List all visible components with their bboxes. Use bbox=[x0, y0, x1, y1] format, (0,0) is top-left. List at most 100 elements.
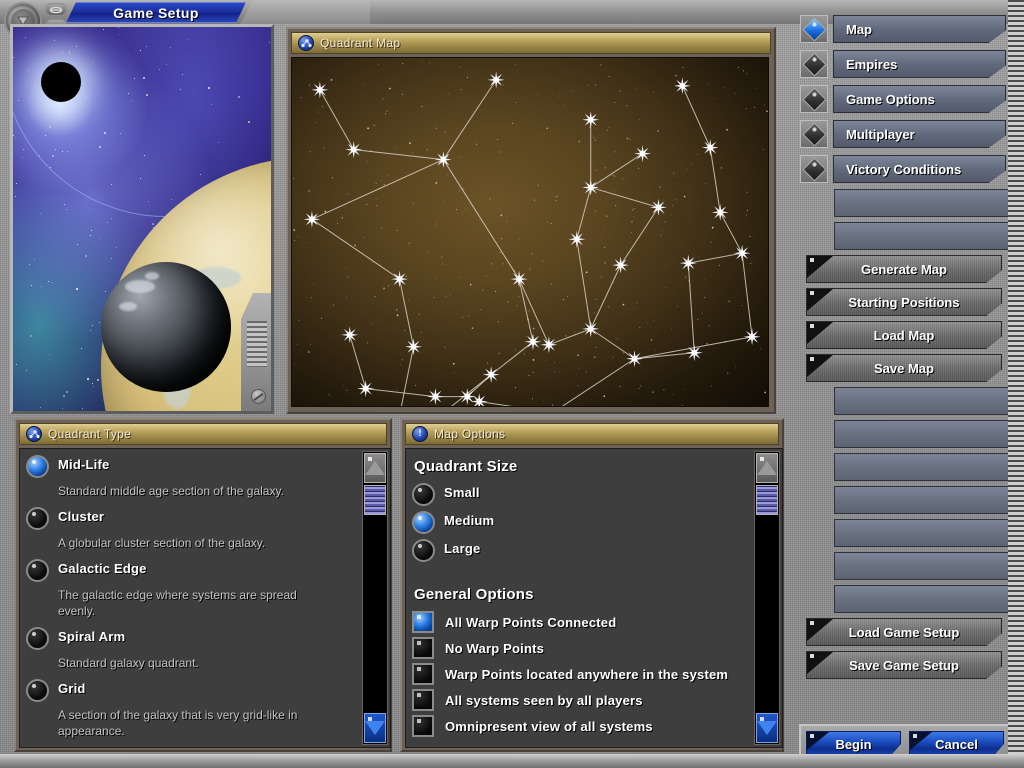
save-map-button[interactable]: Save Map bbox=[806, 354, 1002, 382]
sidebar-item-game-options[interactable]: Game Options bbox=[800, 84, 1006, 114]
quadrant-map-canvas[interactable] bbox=[291, 57, 769, 407]
quadrant-size-option[interactable]: Large bbox=[412, 539, 746, 562]
star-system-node bbox=[734, 245, 751, 262]
general-option[interactable]: No Warp Points bbox=[412, 637, 746, 659]
quadrant-type-option[interactable]: Mid-Life bbox=[26, 455, 354, 478]
general-option[interactable]: All Warp Points Connected bbox=[412, 611, 746, 633]
quadrant-size-option[interactable]: Medium bbox=[412, 511, 746, 534]
radio-cluster[interactable] bbox=[26, 507, 49, 530]
map-options-panel: ! Map Options Quadrant Size Small Medium L… bbox=[400, 418, 784, 752]
star-system-node bbox=[582, 320, 599, 337]
sidebar-item-empires[interactable]: Empires bbox=[800, 49, 1006, 79]
diamond-indicator[interactable] bbox=[800, 155, 828, 183]
general-option[interactable]: Omnipresent view of all systems bbox=[412, 715, 746, 737]
checkbox-omnipresent-view-of-all-systems[interactable] bbox=[412, 715, 434, 737]
tab-button[interactable]: Multiplayer bbox=[833, 120, 1006, 148]
starting-positions-button[interactable]: Starting Positions bbox=[806, 288, 1002, 316]
checkbox-no-warp-points[interactable] bbox=[412, 637, 434, 659]
sidebar-item-victory-conditions[interactable]: Victory Conditions bbox=[800, 154, 1006, 184]
diamond-indicator[interactable] bbox=[800, 15, 828, 43]
option-label: Omnipresent view of all systems bbox=[445, 719, 653, 734]
star-system-node bbox=[686, 344, 703, 361]
button-label: Save Game Setup bbox=[849, 658, 959, 673]
sidebar-item-multiplayer[interactable]: Multiplayer bbox=[800, 119, 1006, 149]
tab-button[interactable]: Victory Conditions bbox=[833, 155, 1006, 183]
radio-grid[interactable] bbox=[26, 679, 49, 702]
button-label: Load Map bbox=[874, 328, 935, 343]
quadrant-type-option[interactable]: Grid bbox=[26, 679, 354, 702]
network-nodes-icon bbox=[298, 35, 314, 51]
star-system-node bbox=[311, 81, 328, 98]
quadrant-type-option[interactable]: Cluster bbox=[26, 507, 354, 530]
quadrant-size-option[interactable]: Small bbox=[412, 483, 746, 506]
quadrant-type-option[interactable]: Galactic Edge bbox=[26, 559, 354, 582]
scrollbar-thumb[interactable] bbox=[364, 485, 386, 515]
quadrant-type-option[interactable]: Ancient bbox=[26, 747, 354, 748]
ribbed-texture bbox=[247, 321, 267, 367]
radio-spiral-arm[interactable] bbox=[26, 627, 49, 650]
radio-small[interactable] bbox=[412, 483, 435, 506]
diamond-indicator[interactable] bbox=[800, 50, 828, 78]
option-label: Small bbox=[444, 483, 480, 500]
tab-button[interactable]: Empires bbox=[833, 50, 1006, 78]
star-system-node bbox=[612, 257, 629, 274]
panel-corner-notch bbox=[241, 293, 271, 411]
star-system-node bbox=[582, 179, 599, 196]
quadrant-type-list: Mid-LifeStandard middle age section of t… bbox=[20, 449, 362, 747]
button-corner bbox=[807, 289, 833, 311]
title-bar-slant bbox=[240, 0, 370, 24]
radio-medium[interactable] bbox=[412, 511, 435, 534]
option-description: The galactic edge where systems are spre… bbox=[26, 584, 326, 627]
link-glyph bbox=[49, 6, 63, 14]
empty-slot bbox=[834, 519, 1024, 547]
diamond-indicator[interactable] bbox=[800, 85, 828, 113]
option-label: Galactic Edge bbox=[58, 559, 147, 576]
star-system-node bbox=[459, 388, 476, 405]
scroll-down-button[interactable] bbox=[364, 713, 386, 743]
quadrant-size-heading: Quadrant Size bbox=[414, 458, 746, 475]
star-system-node bbox=[634, 145, 651, 162]
star-system-node bbox=[391, 271, 408, 288]
star-system-node bbox=[680, 255, 697, 272]
empty-slot bbox=[834, 222, 1024, 250]
star-system-node bbox=[702, 139, 719, 156]
general-option[interactable]: Warp Points located anywhere in the syst… bbox=[412, 663, 746, 685]
checkbox-all-warp-points-connected[interactable] bbox=[412, 611, 434, 633]
general-option[interactable]: All systems seen by all players bbox=[412, 689, 746, 711]
star-system-node bbox=[626, 350, 643, 367]
scroll-down-button[interactable] bbox=[756, 713, 778, 743]
generate-map-button[interactable]: Generate Map bbox=[806, 255, 1002, 283]
quadrant-type-scrollbar[interactable] bbox=[362, 451, 388, 745]
empty-slot bbox=[834, 552, 1024, 580]
save-game-setup-button[interactable]: Save Game Setup bbox=[806, 651, 1002, 679]
option-label: Grid bbox=[58, 679, 86, 696]
diamond-indicator[interactable] bbox=[800, 120, 828, 148]
button-label: Generate Map bbox=[861, 262, 947, 277]
radio-mid-life[interactable] bbox=[26, 455, 49, 478]
checkbox-all-systems-seen-by-all-players[interactable] bbox=[412, 689, 434, 711]
radio-ancient[interactable] bbox=[26, 747, 49, 748]
sidebar-actions: Generate Map Starting Positions Load Map Sa… bbox=[800, 255, 1006, 382]
load-game-setup-button[interactable]: Load Game Setup bbox=[806, 618, 1002, 646]
radio-large[interactable] bbox=[412, 539, 435, 562]
option-label: No Warp Points bbox=[445, 641, 544, 656]
map-options-scrollbar[interactable] bbox=[754, 451, 780, 745]
scroll-up-button[interactable] bbox=[756, 453, 778, 483]
load-map-button[interactable]: Load Map bbox=[806, 321, 1002, 349]
star-system-node bbox=[712, 204, 729, 221]
radio-galactic-edge[interactable] bbox=[26, 559, 49, 582]
nodes-glyph bbox=[301, 38, 312, 49]
scrollbar-thumb[interactable] bbox=[756, 485, 778, 515]
option-label: Cluster bbox=[58, 507, 104, 524]
tab-button[interactable]: Game Options bbox=[833, 85, 1006, 113]
tab-button[interactable]: Map bbox=[833, 15, 1006, 43]
quadrant-type-option[interactable]: Spiral Arm bbox=[26, 627, 354, 650]
map-options-title: Map Options bbox=[434, 427, 505, 441]
checkbox-warp-points-located-anywhere-in-the-system[interactable] bbox=[412, 663, 434, 685]
star-system-node bbox=[582, 111, 599, 128]
exclamation-icon: ! bbox=[412, 426, 428, 442]
button-corner bbox=[807, 322, 833, 344]
scroll-up-button[interactable] bbox=[364, 453, 386, 483]
link-icon[interactable] bbox=[45, 3, 67, 16]
sidebar-item-map[interactable]: Map bbox=[800, 14, 1006, 44]
